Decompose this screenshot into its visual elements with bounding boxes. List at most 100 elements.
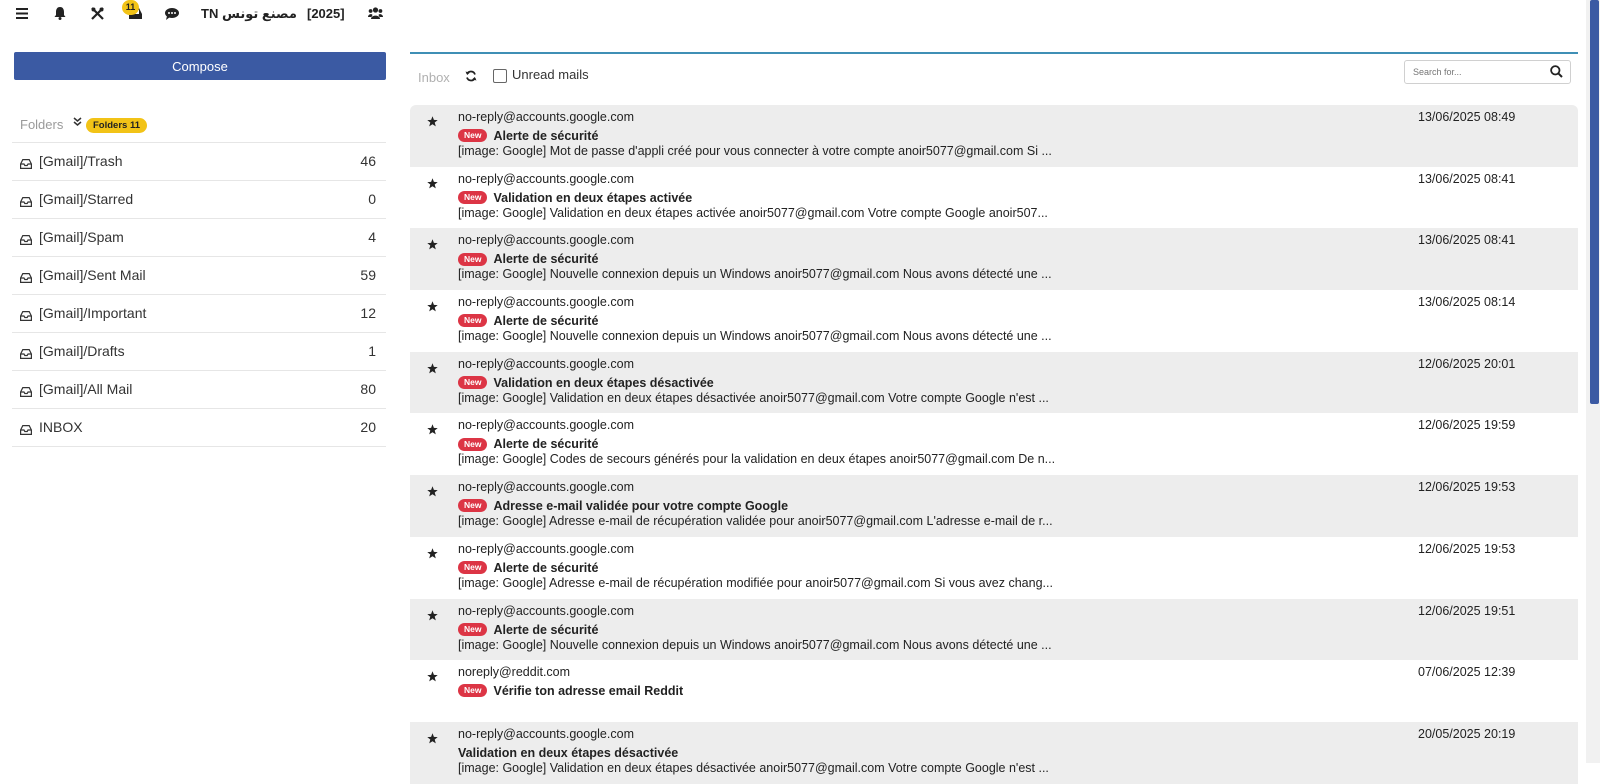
tools-icon[interactable]: [91, 7, 104, 27]
folder-count: 12: [360, 305, 376, 321]
folder-item-starred[interactable]: [Gmail]/Starred 0: [12, 181, 386, 219]
star-icon[interactable]: [427, 361, 438, 379]
message-date: 20/05/2025 20:19: [1418, 726, 1516, 741]
message-subject: Alerte de sécurité: [493, 622, 599, 637]
message-sender: no-reply@accounts.google.com: [458, 233, 634, 248]
message-sender: no-reply@accounts.google.com: [458, 110, 634, 124]
message-subject-row: New Alerte de sécurité: [458, 127, 598, 143]
star-icon[interactable]: [427, 669, 438, 687]
message-row[interactable]: no-reply@accounts.google.com 12/06/2025 1…: [410, 475, 1578, 537]
star-icon[interactable]: [427, 114, 438, 132]
folders-header[interactable]: Folders Folders 11: [20, 114, 386, 136]
message-row[interactable]: no-reply@accounts.google.com 13/06/2025 0…: [410, 167, 1578, 229]
folder-item-spam[interactable]: [Gmail]/Spam 4: [12, 219, 386, 257]
new-badge: New: [458, 129, 488, 143]
message-preview: [image: Google] Adresse e-mail de récupé…: [458, 514, 1053, 529]
message-date: 12/06/2025 19:53: [1418, 480, 1516, 495]
message-subject: Alerte de sécurité: [493, 437, 599, 452]
message-sender: no-reply@accounts.google.com: [458, 295, 634, 310]
message-sender: no-reply@accounts.google.com: [458, 541, 634, 556]
search-input[interactable]: [1411, 63, 1545, 81]
search-box[interactable]: [1404, 60, 1571, 84]
star-icon[interactable]: [427, 176, 438, 194]
message-row[interactable]: no-reply@accounts.google.com 12/06/2025 1…: [410, 413, 1578, 475]
double-chevron-down-icon[interactable]: [73, 117, 82, 131]
inbox-tray-icon: [20, 384, 32, 402]
star-icon[interactable]: [427, 237, 438, 255]
star-icon[interactable]: [427, 731, 438, 749]
message-row[interactable]: no-reply@accounts.google.com 20/05/2025 2…: [410, 721, 1578, 784]
folder-count: 1: [368, 343, 376, 359]
folder-name: [Gmail]/Drafts: [39, 343, 125, 359]
message-subject: Alerte de sécurité: [493, 560, 599, 575]
message-subject-row: New Validation en deux étapes désactivée: [458, 374, 714, 390]
message-row[interactable]: no-reply@accounts.google.com 12/06/2025 2…: [410, 351, 1578, 414]
message-preview: [image: Google] Codes de secours générés…: [458, 452, 1056, 467]
message-row[interactable]: noreply@reddit.com 07/06/2025 12:39 New Vér…: [410, 660, 1578, 722]
folder-item-inbox[interactable]: INBOX 20: [12, 409, 386, 447]
message-date: 13/06/2025 08:41: [1418, 171, 1516, 186]
message-subject-row: New Alerte de sécurité: [458, 621, 598, 637]
message-sender: no-reply@accounts.google.com: [458, 726, 634, 741]
inbox-tray-icon: [20, 308, 32, 326]
message-date: 12/06/2025 19:59: [1418, 418, 1516, 433]
message-subject: Alerte de sécurité: [493, 252, 599, 267]
message-row[interactable]: no-reply@accounts.google.com 12/06/2025 1…: [410, 598, 1578, 661]
unread-mails-checkbox[interactable]: [493, 69, 507, 83]
folder-item-sent-mail[interactable]: [Gmail]/Sent Mail 59: [12, 257, 386, 295]
folder-list: [Gmail]/Trash 46 [Gmail]/Starred 0 [Gmai…: [12, 142, 386, 447]
star-icon[interactable]: [427, 546, 438, 564]
search-icon[interactable]: [1550, 65, 1563, 83]
folder-item-all-mail[interactable]: [Gmail]/All Mail 80: [12, 371, 386, 409]
folder-count: 59: [360, 267, 376, 283]
panel-top-border: [410, 52, 1578, 54]
message-row[interactable]: no-reply@accounts.google.com 13/06/2025 0…: [410, 105, 1578, 167]
star-icon[interactable]: [427, 608, 438, 626]
message-date: 12/06/2025 19:53: [1418, 541, 1516, 556]
message-date: 12/06/2025 19:51: [1418, 603, 1516, 618]
folder-item-drafts[interactable]: [Gmail]/Drafts 1: [12, 333, 386, 371]
message-row[interactable]: no-reply@accounts.google.com 13/06/2025 0…: [410, 228, 1578, 291]
year-selector[interactable]: [2025]: [307, 4, 345, 24]
message-preview: [image: Google] Mot de passe d'appli cré…: [458, 144, 1052, 158]
message-date: 13/06/2025 08:14: [1418, 295, 1516, 310]
message-subject: Validation en deux étapes désactivée: [493, 375, 714, 390]
message-preview: [image: Google] Nouvelle connexion depui…: [458, 267, 1052, 282]
message-date: 13/06/2025 08:41: [1418, 233, 1516, 248]
new-badge: New: [458, 499, 488, 513]
folder-count: 4: [368, 229, 376, 245]
folder-count: 0: [368, 191, 376, 207]
folder-name: INBOX: [39, 419, 83, 435]
compose-button[interactable]: Compose: [14, 52, 386, 80]
folder-count: 20: [360, 419, 376, 435]
message-preview: [image: Google] Adresse e-mail de récupé…: [458, 575, 1053, 590]
bell-icon[interactable]: [54, 7, 66, 27]
message-sender: no-reply@accounts.google.com: [458, 356, 634, 371]
folders-label: Folders: [20, 117, 64, 132]
chat-icon[interactable]: [165, 8, 179, 28]
refresh-icon[interactable]: [465, 69, 477, 87]
message-subject-row: New Alerte de sécurité: [458, 250, 598, 266]
folder-name: [Gmail]/Spam: [39, 229, 124, 245]
new-badge: New: [458, 684, 488, 698]
star-icon[interactable]: [427, 422, 438, 440]
folder-item-important[interactable]: [Gmail]/Important 12: [12, 295, 386, 333]
folders-count-badge: Folders 11: [86, 118, 147, 133]
top-navbar: 11 TN مصنع تونس [2025]: [0, 0, 1600, 28]
inbox-tray-icon: [20, 156, 32, 174]
message-row[interactable]: no-reply@accounts.google.com 12/06/2025 1…: [410, 537, 1578, 599]
tenant-name[interactable]: TN مصنع تونس: [201, 4, 297, 24]
message-row[interactable]: no-reply@accounts.google.com 13/06/2025 0…: [410, 290, 1578, 352]
message-subject: Alerte de sécurité: [493, 128, 599, 143]
page-scrollbar-thumb[interactable]: [1590, 0, 1599, 404]
new-badge: New: [458, 314, 488, 328]
menu-icon[interactable]: [16, 8, 28, 28]
folder-item-trash[interactable]: [Gmail]/Trash 46: [12, 143, 386, 181]
star-icon[interactable]: [427, 484, 438, 502]
message-date: 07/06/2025 12:39: [1418, 665, 1516, 680]
users-icon[interactable]: [368, 7, 383, 27]
message-sender: no-reply@accounts.google.com: [458, 418, 634, 433]
inbox-tray-icon: [20, 346, 32, 364]
unread-mails-label[interactable]: Unread mails: [512, 67, 589, 82]
star-icon[interactable]: [427, 299, 438, 317]
